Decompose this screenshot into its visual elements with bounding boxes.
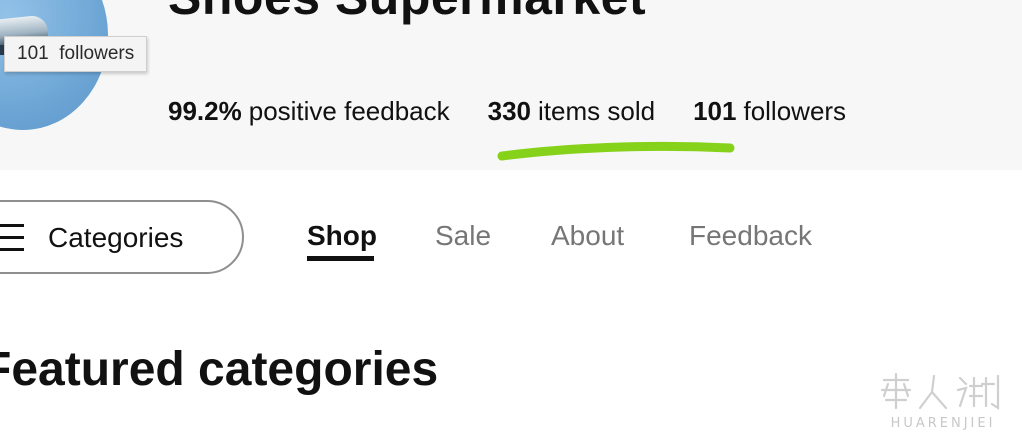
tab-about[interactable]: About [551, 220, 624, 252]
site-watermark: HUARENJIEI [868, 372, 1018, 436]
stat-items-sold: 330 items sold [488, 96, 655, 127]
stat-sold-value: 330 [487, 96, 532, 126]
categories-button[interactable]: Categories [0, 200, 244, 274]
stat-feedback-label: positive feedback [248, 96, 450, 126]
store-header: Shoes Supermarket 99.2% positive feedbac… [0, 0, 1022, 170]
highlight-marker-stroke [497, 141, 735, 161]
stat-positive-feedback[interactable]: 99.2% positive feedback [168, 96, 450, 127]
watermark-logo-glyphs [880, 372, 1000, 411]
store-stats: 99.2% positive feedback 330 items sold 1… [168, 96, 846, 127]
stat-followers-value: 101 [693, 96, 737, 126]
section-heading-featured-categories: Featured categories [0, 343, 439, 396]
tab-shop-active-indicator [307, 256, 374, 261]
stat-followers[interactable]: 101 followers [693, 96, 846, 127]
watermark-text: HUARENJIEI [890, 416, 996, 431]
tab-sale[interactable]: Sale [435, 220, 491, 252]
followers-tooltip: 101 followers [4, 36, 148, 72]
hamburger-menu-icon [0, 224, 24, 254]
stat-followers-label: followers [743, 96, 847, 126]
categories-label: Categories [48, 222, 184, 253]
stat-sold-label: items sold [538, 96, 656, 126]
tab-shop[interactable]: Shop [307, 220, 377, 252]
store-title: Shoes Supermarket [168, 0, 646, 26]
tab-feedback[interactable]: Feedback [689, 220, 812, 252]
stat-feedback-value: 99.2% [168, 96, 242, 126]
